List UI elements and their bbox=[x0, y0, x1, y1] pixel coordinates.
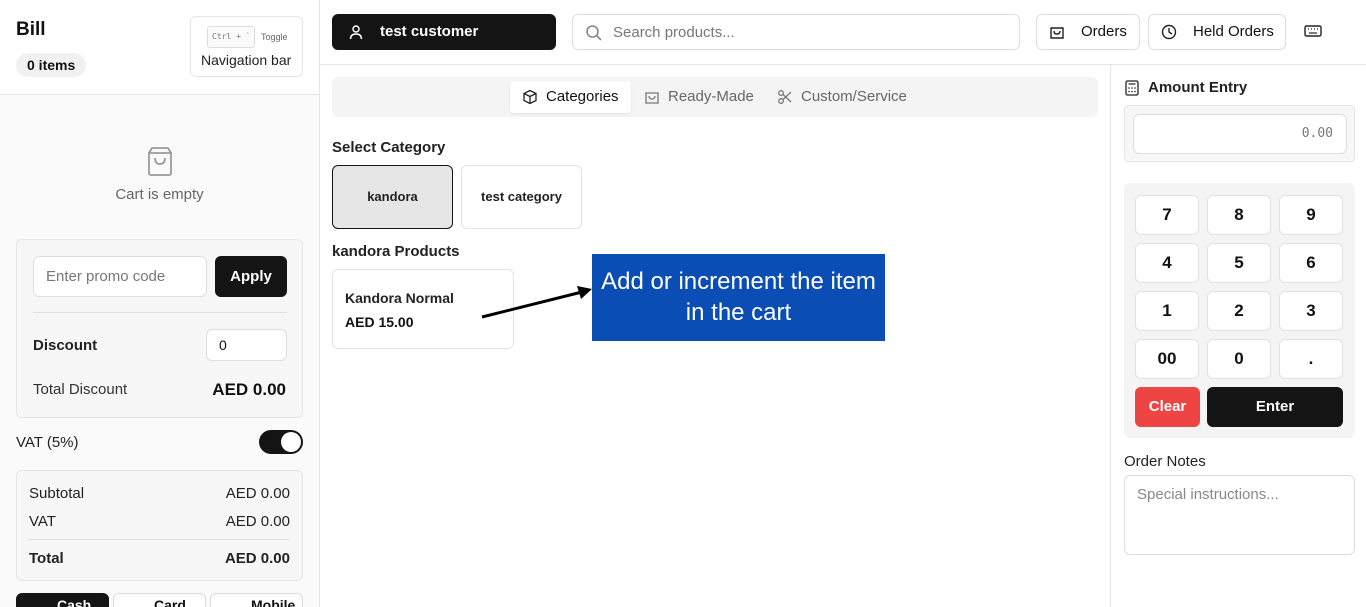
customer-name: test customer bbox=[380, 23, 479, 40]
key-1[interactable]: 1 bbox=[1135, 291, 1199, 331]
subtotal-value: AED 0.00 bbox=[225, 485, 290, 502]
tab-custom-service-label: Custom/Service bbox=[801, 88, 907, 105]
box-icon bbox=[523, 89, 537, 105]
vat-row: VAT AED 0.00 bbox=[29, 513, 290, 530]
product-tabs: Categories Ready-Made Custom/Service bbox=[332, 77, 1098, 117]
select-category-heading: Select Category bbox=[332, 139, 446, 156]
clear-button[interactable]: Clear bbox=[1135, 387, 1200, 427]
keyboard-icon[interactable] bbox=[1304, 24, 1322, 38]
tab-ready-made[interactable]: Ready-Made bbox=[632, 81, 764, 113]
category-test-category[interactable]: test category bbox=[461, 165, 582, 229]
amount-display-box: 0.00 bbox=[1124, 105, 1355, 162]
total-value: AED 0.00 bbox=[224, 550, 290, 567]
tab-categories-label: Categories bbox=[546, 88, 619, 105]
total-label: Total bbox=[29, 550, 64, 567]
product-price: AED 15.00 bbox=[345, 314, 414, 330]
user-icon bbox=[349, 25, 363, 40]
vat-toggle-switch[interactable] bbox=[259, 430, 303, 454]
total-discount-value: AED 0.00 bbox=[212, 380, 286, 399]
total-discount-label: Total Discount bbox=[33, 381, 128, 398]
toggle-hint: Toggle bbox=[261, 32, 288, 42]
key-00[interactable]: 00 bbox=[1135, 339, 1199, 379]
key-3[interactable]: 3 bbox=[1279, 291, 1343, 331]
shopping-bag-icon bbox=[1050, 27, 1064, 39]
key-4[interactable]: 4 bbox=[1135, 243, 1199, 283]
annotation-callout: Add or increment the item in the cart bbox=[592, 254, 885, 341]
discount-input[interactable]: 0 bbox=[206, 329, 287, 361]
tab-ready-made-label: Ready-Made bbox=[668, 88, 754, 105]
scissors-icon bbox=[778, 90, 792, 104]
shopping-bag-icon bbox=[645, 92, 659, 104]
orders-label: Orders bbox=[1081, 23, 1127, 40]
bill-title: Bill bbox=[16, 19, 46, 40]
pos-screen: Bill 0 items Ctrl + ` Toggle Navigation … bbox=[0, 0, 1366, 607]
amount-entry-title: Amount Entry bbox=[1148, 79, 1248, 96]
search-icon bbox=[586, 25, 602, 41]
order-notes-title: Order Notes bbox=[1124, 453, 1206, 470]
discount-label: Discount bbox=[33, 337, 98, 354]
amount-entry-panel: Amount Entry 0.00 7 8 9 4 5 6 1 2 3 00 0… bbox=[1110, 65, 1366, 607]
order-notes-textarea[interactable]: Special instructions... bbox=[1124, 475, 1355, 555]
held-orders-label: Held Orders bbox=[1193, 23, 1274, 40]
key-6[interactable]: 6 bbox=[1279, 243, 1343, 283]
clock-icon bbox=[1161, 24, 1177, 40]
pay-mobile-button[interactable]: Mobile bbox=[210, 593, 303, 607]
orders-button[interactable]: Orders bbox=[1036, 14, 1140, 50]
key-2[interactable]: 2 bbox=[1207, 291, 1271, 331]
held-orders-button[interactable]: Held Orders bbox=[1148, 14, 1286, 50]
key-0[interactable]: 0 bbox=[1207, 339, 1271, 379]
subtotal-label: Subtotal bbox=[29, 485, 85, 502]
customer-select-button[interactable]: test customer bbox=[332, 14, 556, 50]
products-heading: kandora Products bbox=[332, 243, 460, 260]
total-row: Total AED 0.00 bbox=[29, 550, 290, 567]
shopping-bag-icon bbox=[148, 147, 172, 176]
search-input[interactable] bbox=[613, 21, 1003, 43]
enter-button[interactable]: Enter bbox=[1207, 387, 1343, 427]
key-7[interactable]: 7 bbox=[1135, 195, 1199, 235]
promo-code-input[interactable]: Enter promo code bbox=[33, 256, 207, 297]
product-name: Kandora Normal bbox=[345, 290, 454, 306]
bill-panel: Bill 0 items Ctrl + ` Toggle Navigation … bbox=[0, 0, 320, 607]
key-5[interactable]: 5 bbox=[1207, 243, 1271, 283]
apply-promo-button[interactable]: Apply bbox=[215, 256, 287, 297]
calculator-icon bbox=[1125, 80, 1139, 96]
pay-card-button[interactable]: Card bbox=[113, 593, 206, 607]
divider bbox=[33, 312, 287, 313]
amount-input[interactable]: 0.00 bbox=[1133, 114, 1347, 154]
navigation-toggle-button[interactable]: Ctrl + ` Toggle Navigation bar bbox=[190, 16, 303, 77]
annotation-arrow bbox=[481, 286, 592, 319]
vat-row-label: VAT bbox=[29, 513, 56, 530]
cart-empty-text: Cart is empty bbox=[115, 186, 204, 203]
navigation-toggle-label: Navigation bar bbox=[201, 52, 292, 68]
bill-header: Bill 0 items Ctrl + ` Toggle Navigation … bbox=[0, 0, 319, 95]
toggle-knob bbox=[281, 432, 301, 452]
items-count-badge: 0 items bbox=[16, 53, 87, 77]
payment-method-row: Cash Card Mobile bbox=[16, 593, 303, 607]
numeric-keypad: 7 8 9 4 5 6 1 2 3 00 0 . Clear Enter bbox=[1124, 183, 1355, 438]
promo-discount-section: Enter promo code Apply Discount 0 Total … bbox=[16, 239, 303, 418]
pay-cash-button[interactable]: Cash bbox=[16, 593, 109, 607]
key-8[interactable]: 8 bbox=[1207, 195, 1271, 235]
key-decimal[interactable]: . bbox=[1279, 339, 1343, 379]
totals-summary: Subtotal AED 0.00 VAT AED 0.00 Total AED… bbox=[16, 470, 303, 581]
product-search-box[interactable] bbox=[572, 14, 1020, 50]
tab-categories[interactable]: Categories bbox=[510, 81, 631, 113]
vat-label: VAT (5%) bbox=[16, 434, 79, 451]
vat-row-value: AED 0.00 bbox=[225, 513, 290, 530]
key-9[interactable]: 9 bbox=[1279, 195, 1343, 235]
subtotal-row: Subtotal AED 0.00 bbox=[29, 485, 290, 502]
keyboard-shortcut: Ctrl + ` bbox=[207, 26, 255, 48]
category-kandora[interactable]: kandora bbox=[332, 165, 453, 229]
tab-custom-service[interactable]: Custom/Service bbox=[765, 81, 925, 113]
divider bbox=[29, 539, 290, 540]
